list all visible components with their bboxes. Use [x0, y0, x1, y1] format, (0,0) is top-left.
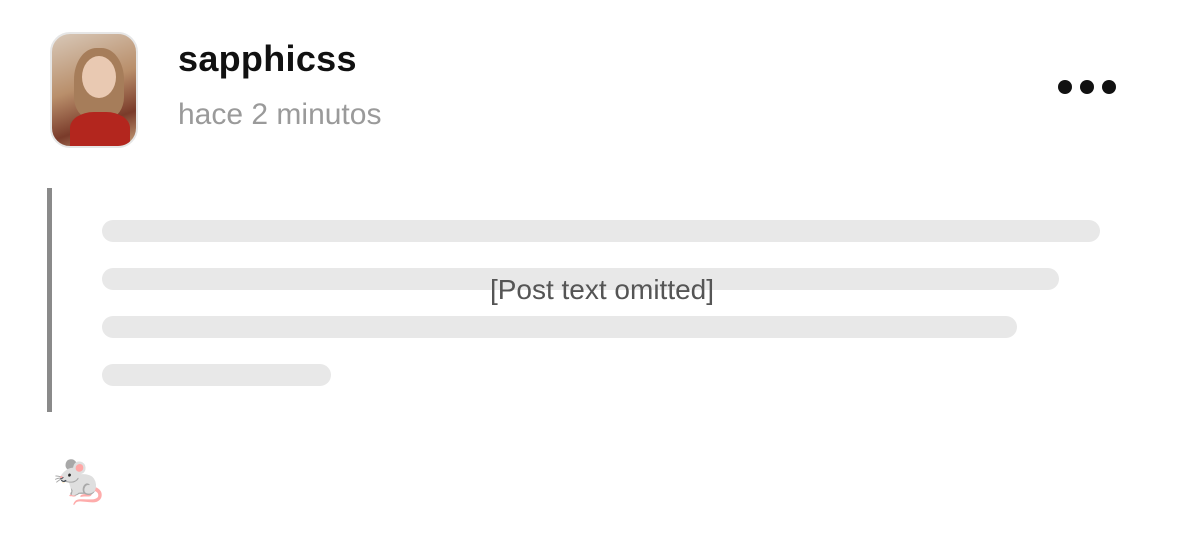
more-dot [1080, 80, 1094, 94]
more-horizontal-icon [1058, 80, 1072, 94]
avatar[interactable] [50, 32, 138, 148]
placeholder-line [102, 316, 1018, 338]
placeholder-line [102, 220, 1101, 242]
post-body-note: [Post text omitted] [489, 274, 715, 305]
username[interactable]: sapphicss [178, 38, 357, 80]
avatar-shirt [70, 112, 130, 146]
more-dot [1102, 80, 1116, 94]
rat-emoji: 🐁 [48, 450, 111, 506]
post-timestamp: hace 2 minutos [178, 98, 382, 131]
placeholder-line [102, 364, 331, 386]
quote-bar [47, 188, 52, 412]
more-options-button[interactable] [1058, 80, 1116, 94]
avatar-face [82, 56, 116, 98]
